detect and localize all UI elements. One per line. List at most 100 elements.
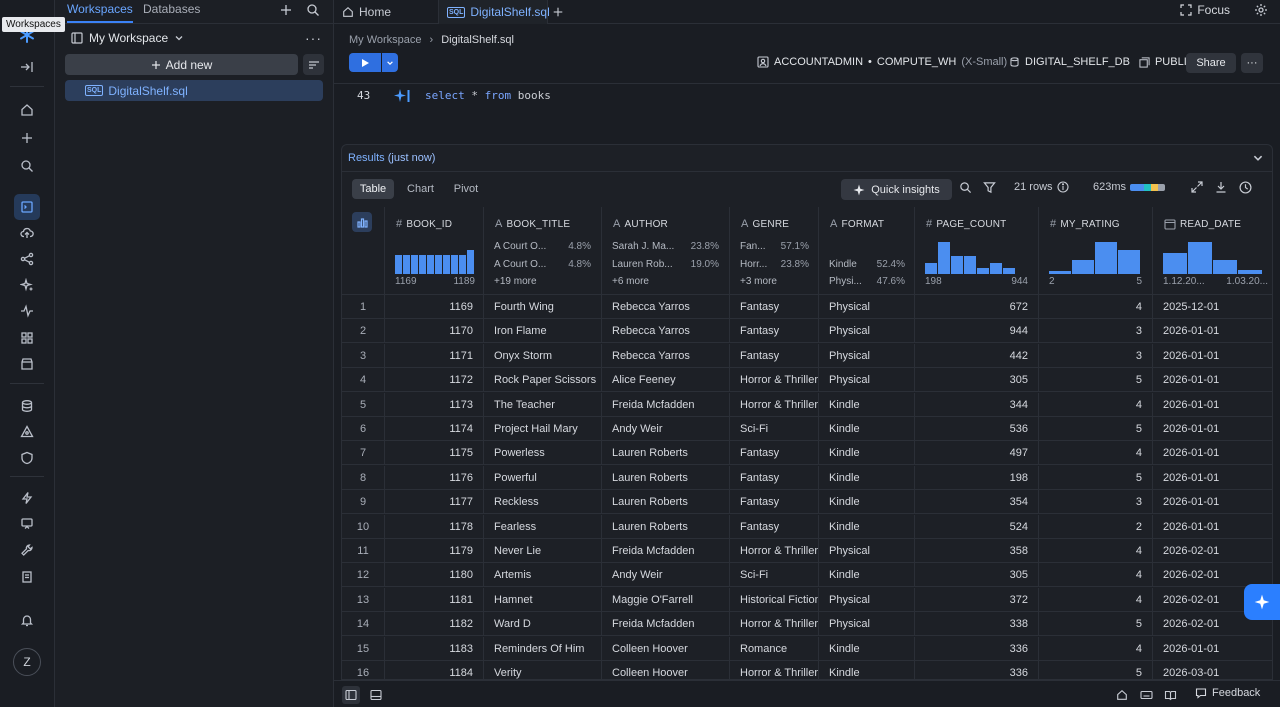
tab-digitalshelf-sql[interactable]: SQL DigitalShelf.sql — [438, 0, 550, 24]
cell-author[interactable]: Lauren Roberts — [602, 514, 730, 539]
column-header-book-id[interactable]: # BOOK_ID 1169 1189 — [385, 207, 484, 295]
table-row[interactable]: 1 1169 Fourth Wing Rebecca Yarros Fantasy Phy… — [342, 295, 1272, 319]
role-selector[interactable]: ACCOUNTADMIN • COMPUTE_WH (X-Small) — [757, 56, 1007, 68]
table-row[interactable]: 5 1173 The Teacher Freida Mcfadden Horror & … — [342, 392, 1272, 417]
cell-pages[interactable]: 305 — [915, 368, 1039, 393]
more-options-button[interactable]: ··· — [1241, 53, 1263, 73]
cell-pages[interactable]: 536 — [915, 417, 1039, 441]
cell-author[interactable]: Alice Feeney — [602, 368, 730, 393]
cell-author[interactable]: Freida Mcfadden — [602, 392, 730, 417]
data-flow-icon[interactable] — [14, 246, 40, 272]
avatar[interactable]: Z — [13, 648, 41, 676]
apps-grid-icon[interactable] — [14, 325, 40, 351]
cell-id[interactable]: 1182 — [385, 612, 484, 637]
table-row[interactable]: 15 1183 Reminders Of Him Colleen Hoover Roma… — [342, 636, 1272, 661]
cell-id[interactable]: 1173 — [385, 392, 484, 417]
table-row[interactable]: 3 1171 Onyx Storm Rebecca Yarros Fantasy Phys… — [342, 343, 1272, 368]
lightning-icon[interactable] — [14, 485, 40, 511]
cell-date[interactable]: 2026-01-01 — [1153, 393, 1272, 417]
cell-id[interactable]: 1172 — [385, 368, 484, 393]
cell-author[interactable]: Andy Weir — [602, 417, 730, 441]
cell-author[interactable]: Maggie O'Farrell — [602, 587, 730, 612]
cell-id[interactable]: 1170 — [385, 319, 484, 344]
quick-insights-button[interactable]: Quick insights — [841, 179, 952, 200]
cell-id[interactable]: 1179 — [385, 539, 484, 563]
book-icon[interactable] — [1161, 686, 1179, 704]
keyboard-icon[interactable] — [1137, 686, 1155, 704]
governance-icon[interactable] — [14, 419, 40, 445]
cell-pages[interactable]: 497 — [915, 441, 1039, 466]
cell-pages[interactable]: 305 — [915, 563, 1039, 588]
cell-n[interactable]: 5 — [342, 392, 385, 417]
cell-format[interactable]: Kindle — [819, 465, 915, 490]
cell-rating[interactable]: 4 — [1039, 587, 1153, 612]
ai-assistant-button[interactable] — [1244, 584, 1280, 620]
table-row[interactable]: 12 1180 Artemis Andy Weir Sci-Fi Kindle 305 4 20… — [342, 563, 1272, 588]
focus-button[interactable]: Focus — [1180, 3, 1230, 17]
cell-genre[interactable]: Sci-Fi — [730, 417, 819, 441]
cell-title[interactable]: Never Lie — [484, 539, 602, 563]
cell-genre[interactable]: Fantasy — [730, 441, 819, 466]
cell-format[interactable]: Kindle — [819, 636, 915, 661]
cell-rating[interactable]: 4 — [1039, 441, 1153, 466]
view-table-button[interactable]: Table — [352, 179, 394, 199]
chevron-down-icon[interactable] — [1252, 152, 1264, 164]
cell-author[interactable]: Andy Weir — [602, 563, 730, 588]
cell-id[interactable]: 1183 — [385, 636, 484, 661]
table-row[interactable]: 7 1175 Powerless Lauren Roberts Fantasy Kindl… — [342, 441, 1272, 466]
cell-id[interactable]: 1177 — [385, 490, 484, 515]
cell-pages[interactable]: 198 — [915, 465, 1039, 490]
cell-date[interactable]: 2025-12-01 — [1153, 295, 1272, 319]
cell-pages[interactable]: 672 — [915, 295, 1039, 319]
cell-author[interactable]: Freida Mcfadden — [602, 612, 730, 637]
cell-n[interactable]: 2 — [342, 319, 385, 344]
column-header-author[interactable]: A AUTHOR Sarah J. Ma... 23.8% Lauren Rob..… — [602, 207, 730, 295]
cell-format[interactable]: Kindle — [819, 563, 915, 588]
tools-icon[interactable] — [14, 537, 40, 563]
cell-format[interactable]: Kindle — [819, 661, 915, 679]
data-cloud-icon[interactable] — [14, 220, 40, 246]
cell-date[interactable]: 2026-01-01 — [1153, 368, 1272, 392]
cell-format[interactable]: Physical — [819, 319, 915, 344]
column-header-read-date[interactable]: READ_DATE 1.12.20... 1.03.20... — [1153, 207, 1272, 295]
cell-pages[interactable]: 338 — [915, 612, 1039, 637]
collapse-sidebar-icon[interactable] — [14, 54, 40, 80]
cell-id[interactable]: 1171 — [385, 343, 484, 368]
cell-id[interactable]: 1184 — [385, 661, 484, 679]
table-row[interactable]: 8 1176 Powerful Lauren Roberts Fantasy Kindle… — [342, 465, 1272, 490]
cell-genre[interactable]: Horror & Thriller — [730, 539, 819, 563]
cell-author[interactable]: Colleen Hoover — [602, 636, 730, 661]
workspace-selector[interactable]: My Workspace — [71, 31, 184, 45]
cell-genre[interactable]: Fantasy — [730, 343, 819, 368]
cell-genre[interactable]: Horror & Thriller — [730, 612, 819, 637]
cell-title[interactable]: Reminders Of Him — [484, 636, 602, 661]
cell-author[interactable]: Rebecca Yarros — [602, 295, 730, 319]
cell-genre[interactable]: Sci-Fi — [730, 563, 819, 588]
cell-pages[interactable]: 336 — [915, 661, 1039, 679]
cell-rating[interactable]: 5 — [1039, 368, 1153, 393]
cell-author[interactable]: Rebecca Yarros — [602, 343, 730, 368]
column-header-genre[interactable]: A GENRE Fan... 57.1% Horr... 23.8% +3 more — [730, 207, 819, 295]
gear-icon[interactable] — [1254, 3, 1268, 17]
home-icon[interactable] — [1113, 686, 1131, 704]
cell-n[interactable]: 3 — [342, 343, 385, 368]
cell-date[interactable]: 2026-01-01 — [1153, 637, 1272, 661]
cell-n[interactable]: 4 — [342, 368, 385, 393]
cell-rating[interactable]: 4 — [1039, 539, 1153, 563]
cell-n[interactable]: 11 — [342, 539, 385, 563]
cell-title[interactable]: The Teacher — [484, 392, 602, 417]
cell-n[interactable]: 6 — [342, 417, 385, 441]
column-header-my-rating[interactable]: # MY_RATING 25 — [1039, 207, 1153, 295]
cell-author[interactable]: Lauren Roberts — [602, 465, 730, 490]
marketplace-icon[interactable] — [14, 351, 40, 377]
sidebar-toggle-icon[interactable] — [342, 686, 360, 704]
cell-id[interactable]: 1175 — [385, 441, 484, 466]
cell-title[interactable]: Hamnet — [484, 587, 602, 612]
cell-id[interactable]: 1174 — [385, 417, 484, 441]
cell-format[interactable]: Kindle — [819, 417, 915, 441]
cell-pages[interactable]: 442 — [915, 343, 1039, 368]
database-selector[interactable]: DIGITAL_SHELF_DB PUBLIC — [1009, 56, 1195, 68]
search-icon[interactable] — [14, 153, 40, 179]
building-icon[interactable] — [14, 564, 40, 590]
table-row[interactable]: 2 1170 Iron Flame Rebecca Yarros Fantasy Phys… — [342, 319, 1272, 344]
